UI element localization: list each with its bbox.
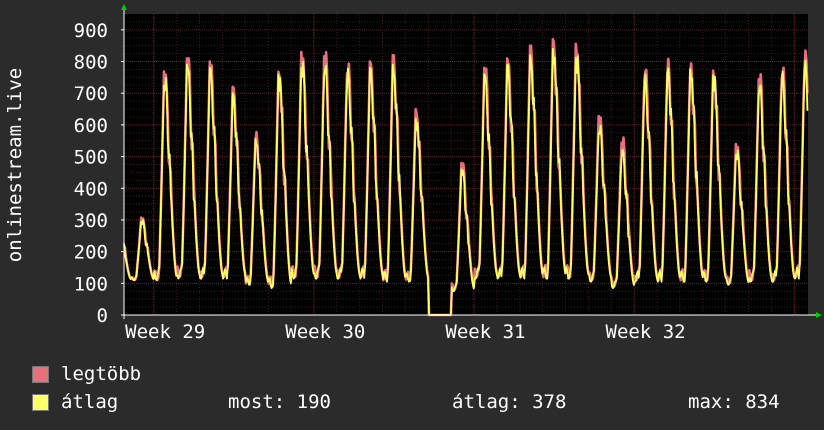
y-tick-label: 700 xyxy=(74,83,108,105)
y-tick-label: 400 xyxy=(74,178,108,200)
x-tick-label: Week 29 xyxy=(125,321,205,343)
y-axis-label: onlinestream.live xyxy=(4,68,26,262)
x-tick-labels: Week 29 Week 30 Week 31 Week 32 xyxy=(125,321,685,343)
stat-maximum: max: 834 xyxy=(688,391,780,413)
legend-item-avg: átlag xyxy=(32,391,118,413)
legend-item-max: legtöbb xyxy=(32,363,141,385)
y-tick-label: 100 xyxy=(74,273,108,295)
x-axis-arrow xyxy=(816,312,822,318)
y-axis-arrow xyxy=(121,4,127,10)
chart-panel: 0 100 200 300 400 500 600 700 800 900 Week 29 Week… xyxy=(0,0,824,430)
y-tick-labels: 0 100 200 300 400 500 600 700 800 900 xyxy=(74,20,108,327)
y-tick-label: 600 xyxy=(74,115,108,137)
y-tick-label: 800 xyxy=(74,52,108,74)
stat-current: most: 190 xyxy=(228,391,331,413)
y-tick-label: 900 xyxy=(74,20,108,42)
x-tick-label: Week 31 xyxy=(445,321,525,343)
y-tick-label: 500 xyxy=(74,147,108,169)
stat-average: átlag: 378 xyxy=(452,391,567,413)
legend-label-max: legtöbb xyxy=(61,363,142,385)
y-tick-label: 200 xyxy=(74,242,108,264)
legend-label-avg: átlag xyxy=(61,391,119,413)
y-tick-label: 0 xyxy=(97,305,108,327)
max-swatch xyxy=(32,365,49,383)
avg-swatch xyxy=(32,393,49,411)
y-tick-label: 300 xyxy=(74,210,108,232)
x-tick-label: Week 30 xyxy=(285,321,365,343)
x-tick-label: Week 32 xyxy=(606,321,686,343)
